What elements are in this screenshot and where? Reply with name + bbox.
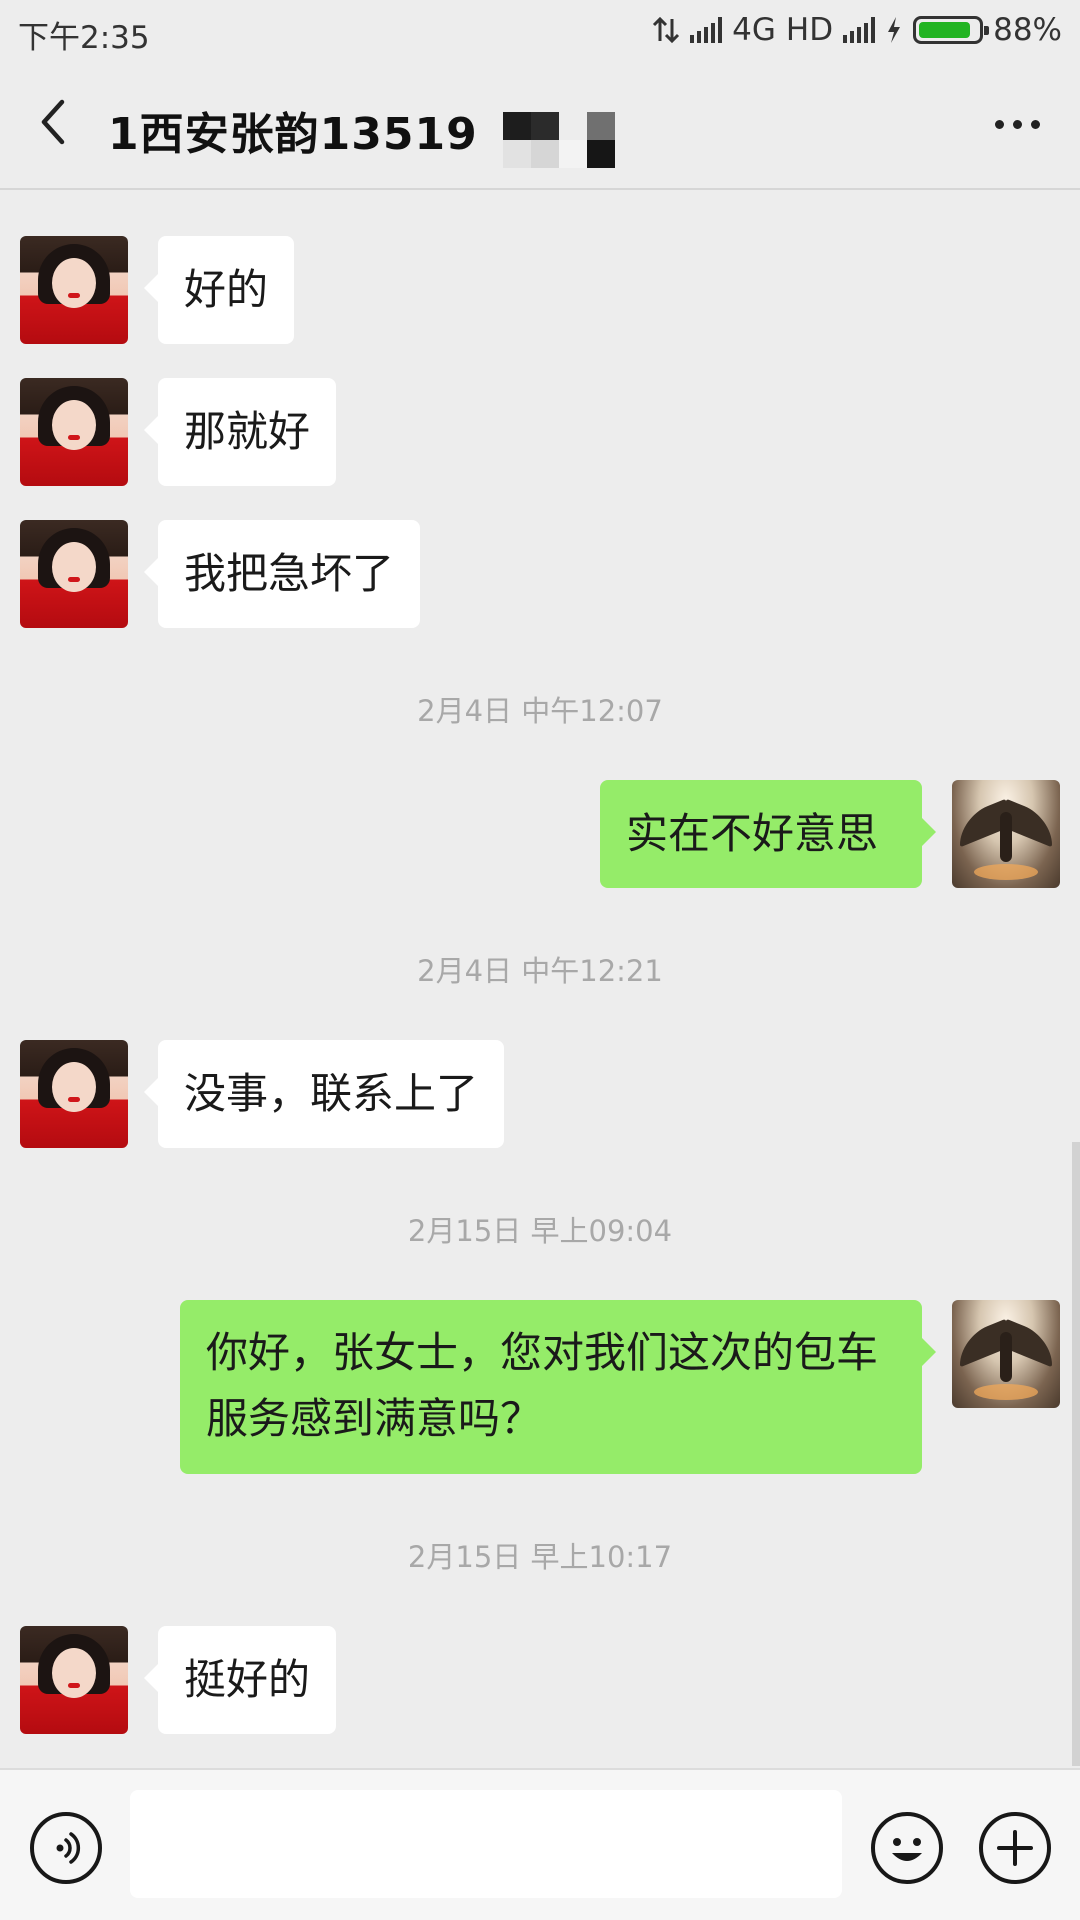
message-text-line: 服务感到满意吗？: [206, 1394, 543, 1443]
sent-message-bubble[interactable]: 你好，张女士，您对我们这次的包车 服务感到满意吗？: [180, 1300, 936, 1474]
timestamp: 2月15日 早上10:17: [407, 1540, 673, 1574]
hd-badge: HD: [785, 12, 834, 48]
data-transfer-icon: [653, 16, 680, 44]
contact-avatar[interactable]: [20, 1626, 128, 1734]
back-chevron-icon[interactable]: [28, 92, 88, 152]
my-avatar[interactable]: [952, 1300, 1060, 1408]
more-dots-icon[interactable]: [995, 120, 1040, 129]
status-time: 下午2:35: [18, 20, 150, 56]
contact-avatar[interactable]: [20, 378, 128, 486]
received-message-bubble[interactable]: 挺好的: [143, 1626, 337, 1734]
message-text: 我把急坏了: [184, 549, 395, 598]
timestamp: 2月4日 中午12:21: [417, 954, 663, 988]
battery-percent: 88%: [993, 12, 1062, 48]
message-input[interactable]: [130, 1790, 842, 1898]
timestamp: 2月15日 早上09:04: [407, 1214, 673, 1248]
emoji-icon[interactable]: [871, 1812, 943, 1884]
redacted-mosaic: [503, 112, 615, 168]
signal-icon: [690, 17, 723, 43]
chat-scrollbar[interactable]: [1072, 1142, 1080, 1766]
signal-icon-2: [843, 17, 876, 43]
received-message-bubble[interactable]: 好的: [143, 236, 295, 344]
contact-avatar[interactable]: [20, 520, 128, 628]
chat-title: 1西安张韵13519: [108, 109, 478, 160]
voice-icon[interactable]: [30, 1812, 102, 1884]
network-type: 4G: [732, 12, 776, 48]
battery-icon: [913, 16, 990, 44]
input-bar: [0, 1768, 1080, 1920]
my-avatar[interactable]: [952, 780, 1060, 888]
message-text: 好的: [184, 265, 269, 314]
message-text: 那就好: [184, 407, 311, 456]
sent-message-bubble[interactable]: 实在不好意思: [600, 780, 936, 888]
contact-avatar[interactable]: [20, 1040, 128, 1148]
contact-avatar[interactable]: [20, 236, 128, 344]
message-text-line: 你好，张女士，您对我们这次的包车: [206, 1328, 879, 1377]
plus-icon[interactable]: [979, 1812, 1051, 1884]
chat-header: 1西安张韵13519: [0, 62, 1080, 190]
status-bar: 下午2:35 4G HD 88%: [0, 0, 1080, 62]
received-message-bubble[interactable]: 我把急坏了: [143, 520, 421, 628]
timestamp: 2月4日 中午12:07: [417, 694, 663, 728]
message-text: 实在不好意思: [626, 809, 879, 858]
charging-bolt-icon: [888, 17, 901, 43]
received-message-bubble[interactable]: 那就好: [143, 378, 337, 486]
message-text: 挺好的: [184, 1655, 311, 1704]
message-text: 没事，联系上了: [184, 1069, 479, 1118]
received-message-bubble[interactable]: 没事，联系上了: [143, 1040, 505, 1148]
status-indicators: 4G HD 88%: [652, 12, 1062, 48]
